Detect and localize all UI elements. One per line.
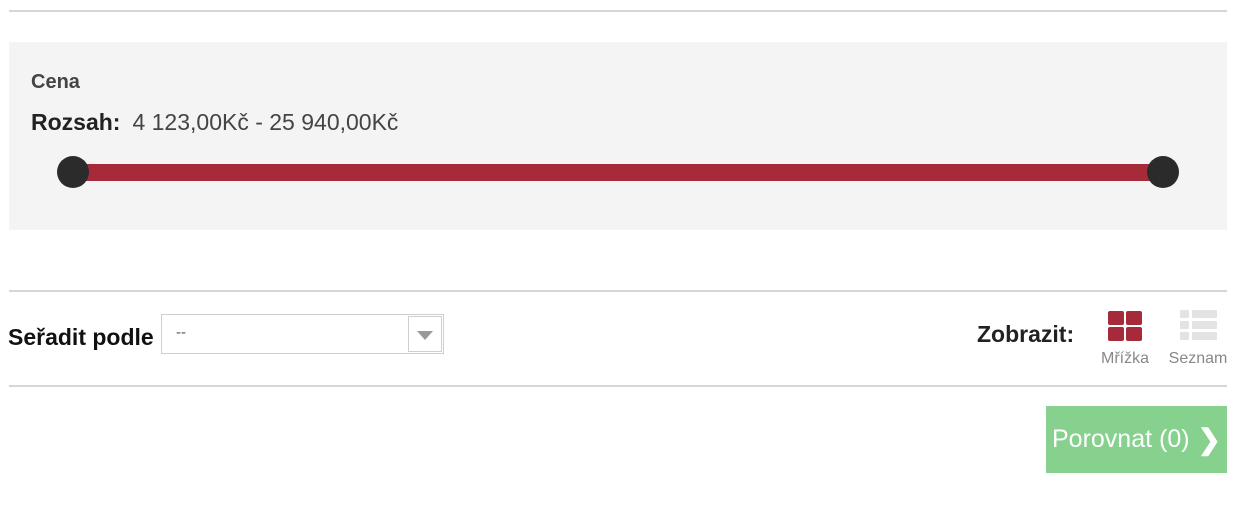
divider-top — [9, 10, 1227, 12]
compare-button[interactable]: Porovnat (0) ❯ — [1046, 406, 1227, 473]
price-range-row: Rozsah: 4 123,00Kč - 25 940,00Kč — [31, 109, 398, 136]
chevron-right-icon: ❯ — [1197, 424, 1222, 455]
divider-toolbar-top — [9, 290, 1227, 292]
view-grid-button[interactable]: Mřížka — [1090, 309, 1160, 371]
price-range-label: Rozsah: — [31, 109, 121, 135]
sort-by-select[interactable]: -- — [161, 314, 444, 354]
view-grid-label: Mřížka — [1101, 350, 1149, 367]
price-filter-title: Cena — [31, 71, 80, 93]
catalog-filter-page: Cena Rozsah: 4 123,00Kč - 25 940,00Kč Seř… — [0, 0, 1246, 511]
slider-min-handle[interactable] — [57, 156, 89, 188]
view-list-button[interactable]: Seznam — [1163, 309, 1233, 371]
price-range-slider[interactable] — [57, 154, 1179, 190]
compare-button-label: Porovnat (0) — [1051, 425, 1190, 453]
view-mode-label: Zobrazit: — [977, 321, 1075, 347]
dropdown-arrow-icon[interactable] — [408, 316, 442, 352]
sort-by-selected-value: -- — [176, 324, 186, 341]
grid-icon — [1107, 309, 1143, 341]
sort-by-label: Seřadit podle — [8, 324, 154, 350]
view-list-label: Seznam — [1168, 350, 1228, 367]
slider-max-handle[interactable] — [1147, 156, 1179, 188]
slider-selected-range — [73, 164, 1163, 181]
divider-toolbar-bottom — [9, 385, 1227, 387]
price-range-value: 4 123,00Kč - 25 940,00Kč — [132, 109, 399, 135]
price-filter-panel: Cena Rozsah: 4 123,00Kč - 25 940,00Kč — [9, 42, 1227, 230]
list-icon — [1180, 309, 1217, 341]
